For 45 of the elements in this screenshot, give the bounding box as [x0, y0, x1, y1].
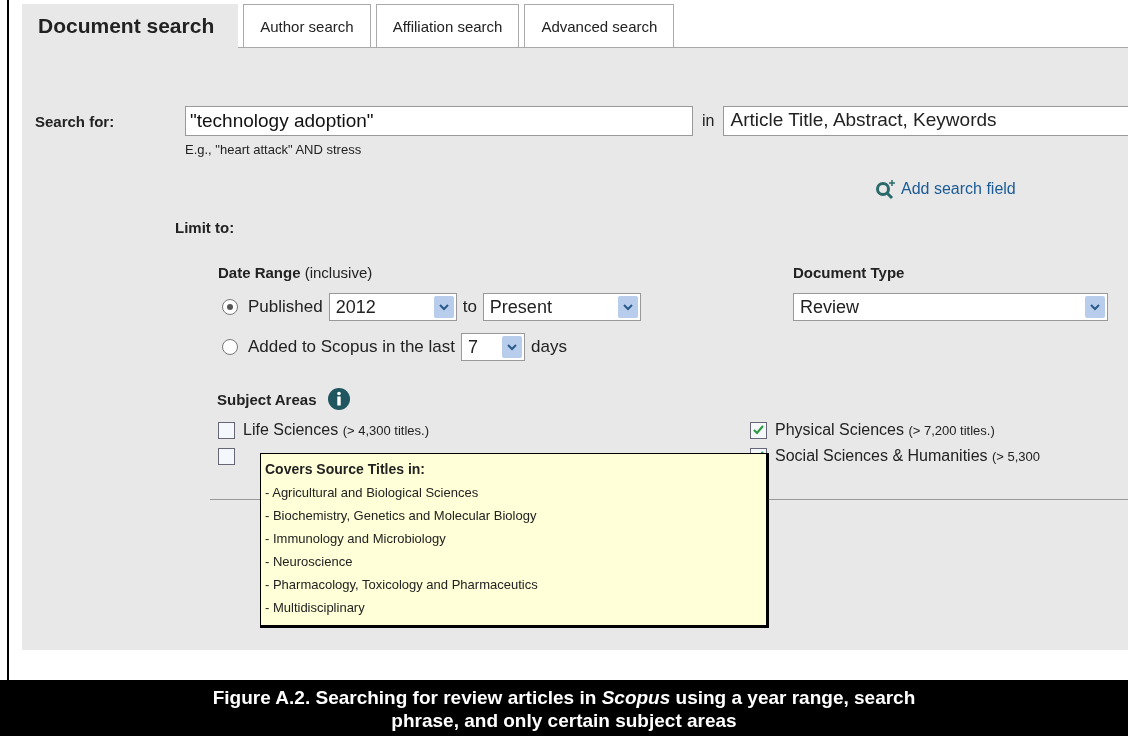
option-label: Published	[248, 297, 323, 317]
tooltip-line: - Biochemistry, Genetics and Molecular Biology	[265, 507, 538, 525]
in-label: in	[702, 112, 715, 130]
days-select[interactable]: 7	[461, 333, 525, 361]
dropdown-caret-icon[interactable]	[617, 296, 638, 318]
subject-label: Life Sciences (> 4,300 titles.)	[243, 421, 429, 439]
field-select[interactable]: Article Title, Abstract, Keywords	[723, 106, 1128, 136]
document-type-heading: Document Type	[793, 264, 906, 281]
search-hint: E.g., "heart attack" AND stress	[185, 142, 363, 157]
tooltip-line: - Pharmacology, Toxicology and Pharmaceutics	[265, 576, 539, 594]
date-range-heading: Date Range (inclusive)	[218, 264, 374, 281]
search-tab[interactable]: Advanced search	[524, 4, 675, 47]
tooltip-line: - Agricultural and Biological Sciences	[265, 484, 480, 502]
option-label: Added to Scopus in the last	[248, 337, 455, 357]
search-tab[interactable]: Affiliation search	[375, 4, 520, 47]
subject-label: Social Sciences & Humanities (> 5,300	[775, 447, 1041, 465]
magnifier-plus-icon	[875, 179, 897, 199]
tooltip-line: - Immunology and Microbiology	[265, 530, 447, 548]
tooltip-title: Covers Source Titles in:	[265, 460, 426, 479]
radio-button[interactable]	[222, 299, 238, 315]
radio-button[interactable]	[222, 339, 238, 355]
tooltip-line: - Multidisciplinary	[265, 599, 366, 617]
dropdown-caret-icon[interactable]	[433, 296, 454, 318]
document-type-select[interactable]: Review	[793, 293, 1108, 321]
tooltip-line: - Neuroscience	[265, 553, 354, 571]
dropdown-caret-icon[interactable]	[1085, 296, 1105, 318]
year-select[interactable]: Present	[482, 293, 641, 321]
year-select[interactable]: 2012	[328, 293, 457, 321]
limit-title: Limit to:	[175, 219, 236, 236]
dropdown-caret-icon[interactable]	[502, 336, 522, 358]
add-search-field-link[interactable]: Add search field	[875, 179, 1016, 199]
search-label: Search for:	[35, 112, 116, 130]
subject-areas-heading: Subject Areas	[217, 390, 317, 408]
subject-label: Physical Sciences (> 7,200 titles.)	[775, 421, 995, 439]
subject-checkbox[interactable]	[750, 421, 767, 439]
days-label: days	[531, 337, 567, 357]
search-tab[interactable]: Author search	[243, 4, 371, 47]
subject-checkbox[interactable]	[218, 447, 235, 465]
to-label: to	[462, 297, 477, 317]
search-tab[interactable]: Document search	[22, 4, 239, 48]
figure-caption: Figure A.2. Searching for review articles in Scopus using a year range, search phrase, and only certain subject areas	[0, 680, 1128, 736]
search-input[interactable]: "technology adoption"	[185, 106, 693, 136]
check-icon	[753, 425, 764, 435]
info-icon[interactable]	[326, 387, 351, 411]
subject-checkbox[interactable]	[218, 421, 235, 439]
